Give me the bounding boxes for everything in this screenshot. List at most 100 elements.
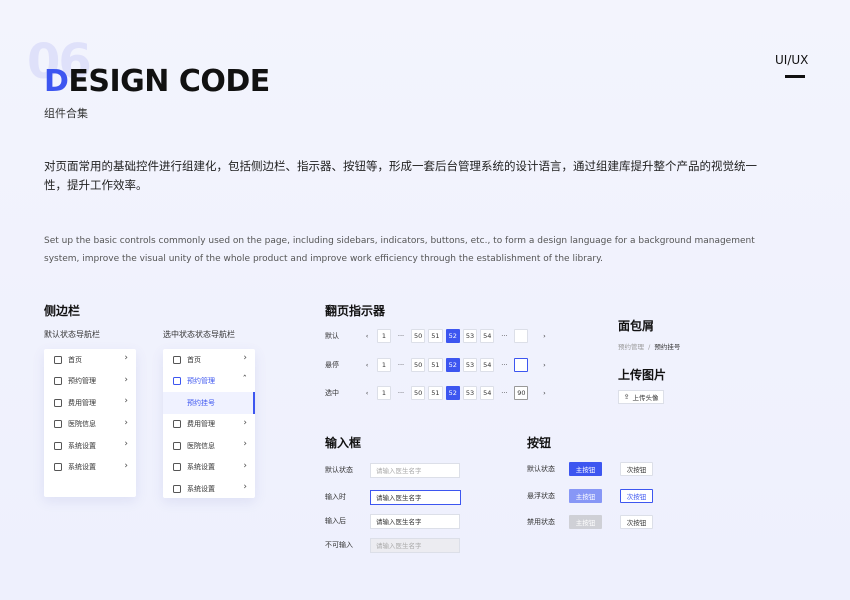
chevron-right-icon: › [124, 439, 128, 449]
input-state-label: 不可输入 [325, 541, 353, 549]
prev-page-button[interactable]: ‹ [360, 358, 374, 372]
input-row-filled: 输入后 请输入医生名字 [325, 513, 460, 529]
monitor-icon [173, 355, 181, 364]
gear-icon [54, 441, 62, 450]
sidebar-item-label: 预约挂号 [187, 398, 215, 407]
hospital-icon [173, 441, 181, 450]
page-jump-input[interactable] [514, 358, 529, 372]
sidebar-item-label: 医院信息 [68, 420, 96, 429]
primary-button[interactable]: 主按钮 [569, 462, 602, 476]
chevron-right-icon: › [243, 353, 247, 363]
current-page-button[interactable]: 52 [445, 329, 460, 343]
calendar-icon [54, 377, 62, 386]
prev-page-button[interactable]: ‹ [360, 329, 374, 343]
page-button[interactable]: 53 [462, 386, 478, 400]
next-page-button[interactable]: › [537, 329, 551, 343]
button-row-default: 默认状态 主按钮 次按钮 [527, 461, 653, 477]
wallet-icon [173, 420, 181, 429]
pagination-state-label: 默认 [325, 332, 339, 340]
button-state-label: 默认状态 [527, 465, 555, 473]
page-button[interactable]: 51 [428, 386, 443, 400]
sidebar-item-label: 费用管理 [68, 398, 96, 407]
pagination-hover: 悬停 ‹ 1 ··· 50 51 52 53 54 ··· › [325, 357, 554, 373]
breadcrumb-parent-link[interactable]: 预约管理 [618, 343, 644, 351]
sidebar-item-home[interactable]: 首页 › [44, 349, 136, 371]
page-jump-input[interactable] [514, 329, 529, 343]
upload-avatar-button[interactable]: ⇪ 上传头像 [618, 390, 664, 404]
page-subtitle: 组件合集 [44, 107, 88, 120]
sidebar-item-label: 预约管理 [187, 377, 215, 386]
sidebar-item-settings[interactable]: 系统设置 › [163, 478, 255, 500]
next-page-button[interactable]: › [537, 358, 551, 372]
breadcrumb-current: 预约挂号 [654, 343, 681, 351]
chevron-right-icon: › [243, 417, 247, 428]
sidebar-item-settings[interactable]: 系统设置 › [163, 457, 255, 479]
page-button[interactable]: 1 [377, 358, 391, 372]
sidebar-item-label: 首页 [187, 355, 201, 364]
sidebar-item-fees[interactable]: 费用管理 › [44, 392, 136, 414]
input-state-label: 输入时 [325, 493, 346, 501]
selected-nav-label: 选中状态状态导航栏 [163, 330, 235, 339]
next-page-button[interactable]: › [537, 386, 551, 400]
page-button[interactable]: 50 [411, 358, 426, 372]
page-jump-input[interactable]: 90 [514, 386, 529, 400]
sidebar-item-settings[interactable]: 系统设置 › [44, 435, 136, 457]
tag-underline [785, 75, 805, 78]
sidebar-subitem-registration[interactable]: 预约挂号 [163, 392, 255, 414]
input-state-label: 默认状态 [325, 466, 353, 474]
page-button[interactable]: 1 [377, 386, 391, 400]
sidebar-item-booking[interactable]: 预约管理 › [44, 371, 136, 393]
page-ellipsis: ··· [397, 361, 405, 369]
chevron-right-icon: › [243, 439, 247, 449]
chevron-right-icon: › [124, 353, 128, 363]
chevron-right-icon: › [243, 460, 247, 471]
page-button[interactable]: 51 [428, 358, 443, 372]
page-button[interactable]: 50 [411, 386, 426, 400]
calendar-icon [173, 377, 181, 386]
page-button[interactable]: 1 [377, 329, 391, 343]
sidebar-item-home[interactable]: 首页 › [163, 349, 255, 371]
gear-icon [54, 463, 62, 472]
sidebar-item-fees[interactable]: 费用管理 › [163, 414, 255, 436]
page-button[interactable]: 54 [480, 358, 495, 372]
secondary-button[interactable]: 次按钮 [620, 489, 653, 503]
doctor-name-input[interactable]: 请输入医生名字 [370, 462, 460, 478]
description-cn: 对页面常用的基础控件进行组建化，包括侧边栏、指示器、按钮等，形成一套后台管理系统… [44, 159, 757, 192]
sidebar-item-label: 首页 [68, 355, 82, 364]
secondary-button[interactable]: 次按钮 [620, 462, 653, 476]
chevron-up-icon: ˆ [242, 374, 248, 385]
page-button[interactable]: 53 [462, 329, 478, 343]
chevron-right-icon: › [124, 417, 128, 428]
doctor-name-input[interactable]: 请输入医生名字 [370, 489, 461, 505]
doctor-name-input[interactable]: 请输入医生名字 [370, 513, 460, 529]
page-button[interactable]: 50 [411, 329, 426, 343]
doctor-name-input: 请输入医生名字 [370, 537, 460, 553]
input-state-label: 输入后 [325, 517, 346, 525]
pagination-selected: 选中 ‹ 1 ··· 50 51 52 53 54 ··· 90 › [325, 385, 554, 401]
sidebar-item-settings[interactable]: 系统设置 › [44, 457, 136, 479]
button-row-disabled: 禁用状态 主按钮 次按钮 [527, 514, 653, 530]
sidebar-item-booking[interactable]: 预约管理 ˆ [163, 371, 255, 393]
page-ellipsis: ··· [501, 361, 508, 369]
title-rest: ESIGN CODE [68, 64, 270, 99]
secondary-button: 次按钮 [620, 515, 653, 529]
sidebar-item-hospital[interactable]: 医院信息 › [44, 414, 136, 436]
page-button[interactable]: 51 [428, 329, 443, 343]
selected-sidebar: 首页 › 预约管理 ˆ 预约挂号 费用管理 › 医院信息 › 系统设置 › 系统设置 › [163, 349, 255, 498]
breadcrumb-separator: / [648, 343, 651, 351]
prev-page-button[interactable]: ‹ [360, 386, 374, 400]
button-section-title: 按钮 [527, 436, 552, 450]
current-page-button[interactable]: 52 [445, 386, 460, 400]
monitor-icon [54, 355, 62, 364]
sidebar-item-hospital[interactable]: 医院信息 › [163, 435, 255, 457]
category-tag: UI/UX [775, 53, 809, 67]
primary-button[interactable]: 主按钮 [569, 489, 602, 503]
current-page-button[interactable]: 52 [445, 358, 460, 372]
page-button[interactable]: 53 [462, 358, 478, 372]
gear-icon [173, 463, 181, 472]
button-state-label: 禁用状态 [527, 518, 555, 526]
page-button[interactable]: 54 [480, 329, 495, 343]
breadcrumb-section-title: 面包屑 [618, 319, 655, 333]
sidebar-item-label: 系统设置 [187, 484, 215, 493]
page-button[interactable]: 54 [480, 386, 495, 400]
